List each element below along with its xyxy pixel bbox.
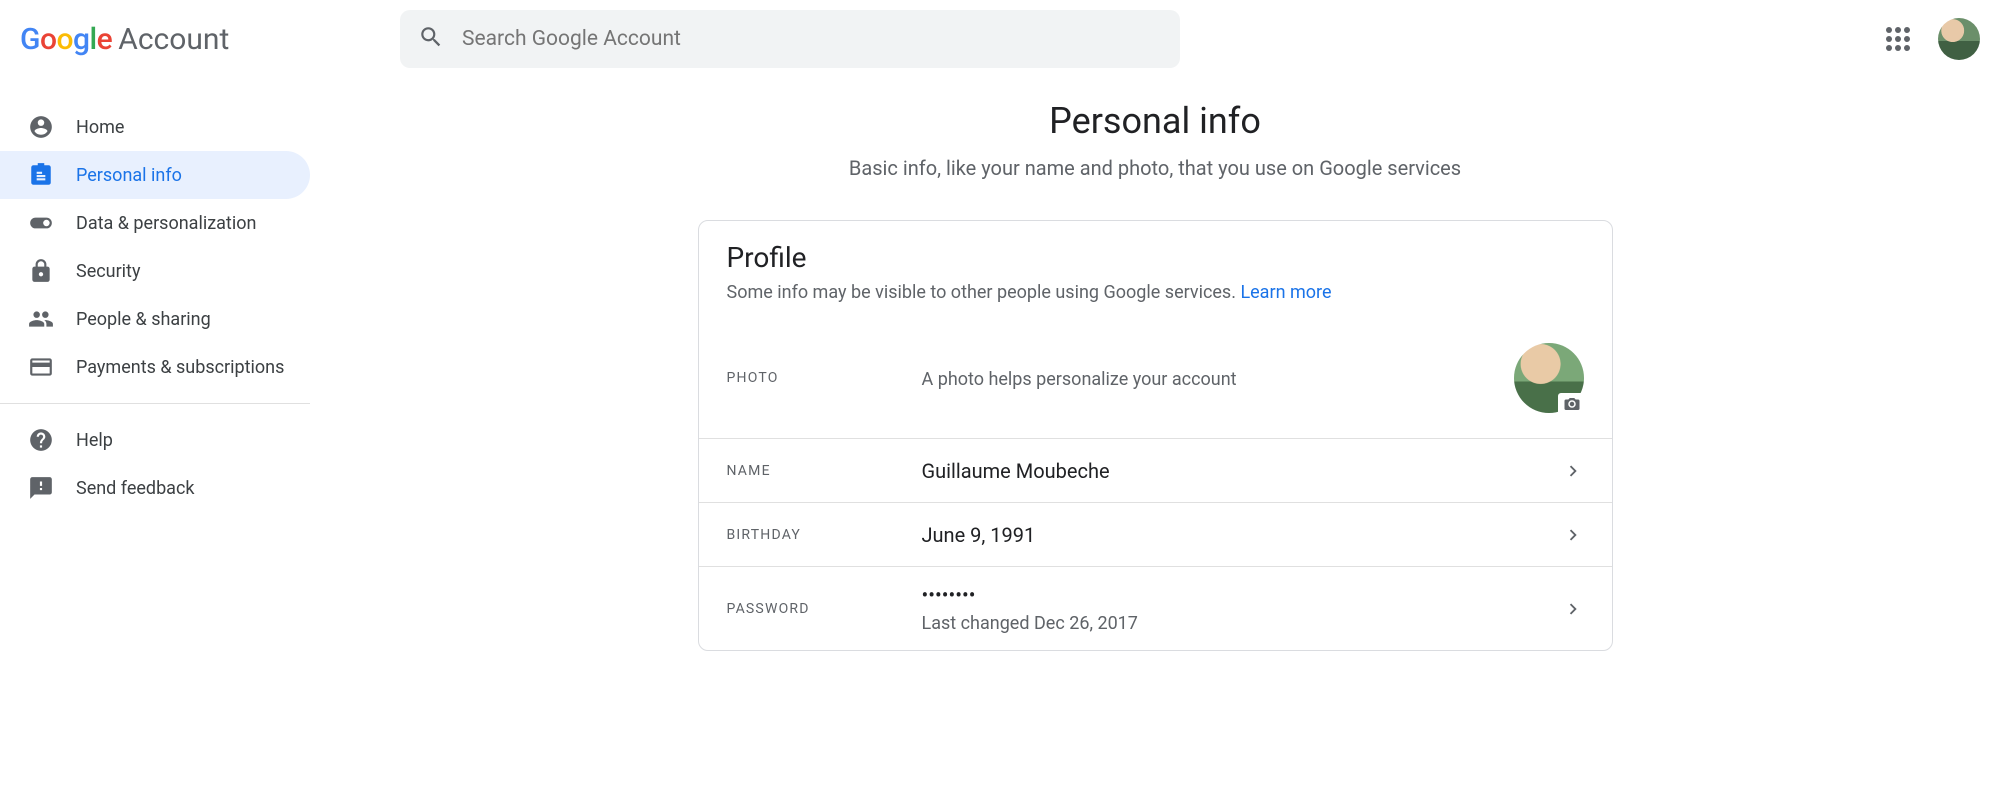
id-card-icon [28,162,54,188]
row-label: BIRTHDAY [727,527,922,543]
people-icon [28,306,54,332]
profile-row-password[interactable]: PASSWORD •••••••• Last changed Dec 26, 2… [699,566,1612,650]
sidebar-divider [0,403,310,404]
logo[interactable]: Google Account [20,22,380,57]
credit-card-icon [28,354,54,380]
camera-icon [1558,393,1586,415]
learn-more-link[interactable]: Learn more [1240,282,1331,303]
sidebar-item-label: People & sharing [76,309,211,330]
sidebar-item-personal-info[interactable]: Personal info [0,151,310,199]
row-value: June 9, 1991 [922,523,1562,547]
page-title: Personal info [1049,100,1261,142]
main-content: Personal info Basic info, like your name… [310,78,2000,651]
sidebar-item-label: Help [76,430,113,451]
sidebar-item-label: Security [76,261,140,282]
profile-row-name[interactable]: NAME Guillaume Moubeche [699,438,1612,502]
search-bar[interactable] [400,10,1180,68]
logo-account-word: Account [118,22,229,57]
row-label: NAME [727,463,922,479]
chevron-right-icon [1562,598,1584,620]
chevron-right-icon [1562,524,1584,546]
sidebar-item-payments[interactable]: Payments & subscriptions [0,343,310,391]
sidebar-item-label: Data & personalization [76,213,256,234]
sidebar-item-help[interactable]: Help [0,416,310,464]
search-icon [418,24,444,54]
sidebar-item-label: Send feedback [76,478,195,499]
profile-card-subtitle: Some info may be visible to other people… [699,274,1612,303]
row-subtext: Last changed Dec 26, 2017 [922,613,1562,634]
google-apps-button[interactable] [1878,19,1918,59]
profile-card-title: Profile [699,241,1612,274]
account-avatar[interactable] [1938,18,1980,60]
page-subtitle: Basic info, like your name and photo, th… [849,156,1461,180]
sidebar-item-label: Personal info [76,165,182,186]
sidebar-item-home[interactable]: Home [0,103,310,151]
help-icon [28,427,54,453]
row-value: •••••••• [922,583,1562,607]
row-value: Guillaume Moubeche [922,459,1562,483]
sidebar-item-security[interactable]: Security [0,247,310,295]
apps-icon [1886,27,1910,51]
row-label: PHOTO [727,370,922,386]
profile-row-photo[interactable]: PHOTO A photo helps personalize your acc… [699,303,1612,438]
sidebar-item-label: Home [76,117,124,138]
sidebar-item-label: Payments & subscriptions [76,357,284,378]
feedback-icon [28,475,54,501]
profile-card: Profile Some info may be visible to othe… [698,220,1613,651]
header: Google Account [0,0,2000,78]
sidebar-item-people-sharing[interactable]: People & sharing [0,295,310,343]
row-hint: A photo helps personalize your account [922,369,1237,390]
profile-photo[interactable] [1514,343,1584,413]
toggle-icon [28,210,54,236]
sidebar-item-feedback[interactable]: Send feedback [0,464,310,512]
user-circle-icon [28,114,54,140]
sidebar-item-data-personalization[interactable]: Data & personalization [0,199,310,247]
search-input[interactable] [462,27,1162,51]
sidebar: Home Personal info Data & personalizatio… [0,78,310,651]
google-logo: Google [20,22,112,57]
chevron-right-icon [1562,460,1584,482]
row-label: PASSWORD [727,601,922,617]
profile-row-birthday[interactable]: BIRTHDAY June 9, 1991 [699,502,1612,566]
lock-icon [28,258,54,284]
